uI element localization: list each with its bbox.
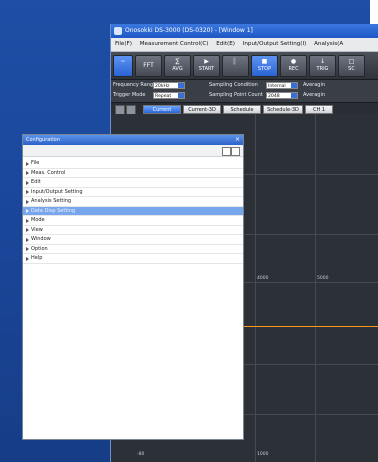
sampling-condition-label: Sampling Condition bbox=[209, 82, 258, 88]
config-item-label: Data Disp Setting bbox=[31, 207, 76, 214]
expand-arrow-icon bbox=[26, 228, 29, 232]
avg-button[interactable]: ∑ AVG bbox=[164, 55, 191, 77]
trigger-mode-select[interactable]: Repeat bbox=[153, 92, 185, 99]
app-icon bbox=[114, 27, 122, 35]
config-item[interactable]: Mode bbox=[23, 216, 243, 226]
menu-file[interactable]: File(F) bbox=[115, 38, 132, 51]
trig-button[interactable]: ↓ TRIG bbox=[309, 55, 336, 77]
chevron-down-icon bbox=[178, 93, 184, 98]
fft-button[interactable]: FFT bbox=[135, 55, 162, 77]
config-item-label: Help bbox=[31, 255, 43, 261]
tab-current[interactable]: Current bbox=[143, 105, 181, 114]
averaging-label-2: Averagin bbox=[303, 92, 326, 98]
config-item-label: Edit bbox=[31, 179, 41, 185]
sampling-point-count-label: Sampling Point Count bbox=[209, 92, 263, 98]
sampling-condition-select[interactable]: Internal bbox=[266, 82, 298, 89]
expand-arrow-icon bbox=[26, 161, 29, 166]
x-tick-label: 1000 bbox=[257, 452, 269, 457]
start-button[interactable]: ▶ START bbox=[193, 55, 220, 77]
pause-icon: ▌ bbox=[233, 58, 238, 65]
config-item[interactable]: Data Disp Setting bbox=[23, 206, 243, 216]
screen-icon: □ bbox=[348, 58, 355, 65]
grid-line bbox=[315, 114, 316, 462]
trigger-mode-label: Trigger Mode bbox=[113, 92, 146, 98]
grid-line bbox=[255, 114, 256, 462]
pin-icon[interactable] bbox=[231, 147, 240, 156]
expand-arrow-icon bbox=[26, 171, 29, 175]
expand-arrow-icon bbox=[26, 190, 29, 194]
config-item[interactable]: File bbox=[23, 159, 243, 169]
chevron-down-icon bbox=[178, 83, 184, 88]
pause-button[interactable]: ▌ bbox=[222, 55, 249, 77]
menu-edit[interactable]: Edit(E) bbox=[216, 38, 235, 51]
chevron-down-icon bbox=[291, 93, 297, 98]
tab-schedule-3d[interactable]: Schedule-3D bbox=[263, 105, 303, 114]
channel-select[interactable]: CH 1 bbox=[305, 105, 333, 114]
config-item[interactable]: Edit bbox=[23, 178, 243, 188]
menu-bar: File(F) Measurement Control(C) Edit(E) I… bbox=[111, 38, 378, 52]
expand-arrow-icon bbox=[26, 247, 29, 251]
config-item-label: File bbox=[31, 160, 40, 166]
config-item-label: Input/Output Setting bbox=[31, 188, 83, 195]
config-item[interactable]: Meas. Control bbox=[23, 169, 243, 178]
config-item-label: Analysis Setting bbox=[31, 198, 72, 204]
rec-button[interactable]: ● REC bbox=[280, 55, 307, 77]
frequency-range-label: Frequency Range bbox=[113, 82, 157, 88]
config-item[interactable]: Input/Output Setting bbox=[23, 188, 243, 197]
trigger-icon: ↓ bbox=[319, 58, 326, 65]
y-tick-label: -80 bbox=[137, 452, 145, 457]
record-icon: ● bbox=[290, 58, 297, 65]
play-icon: ▶ bbox=[204, 58, 209, 65]
sum-icon: ∑ bbox=[175, 58, 180, 65]
title-bar[interactable]: Onosokki DS-3000 (DS-0320) - [Window 1] bbox=[111, 24, 378, 38]
config-item-label: Option bbox=[31, 245, 48, 252]
tab-schedule[interactable]: Schedule bbox=[223, 105, 261, 114]
stop-icon: ■ bbox=[261, 58, 268, 65]
menu-analysis[interactable]: Analysis(A bbox=[314, 38, 343, 51]
sc-button[interactable]: □ SC bbox=[338, 55, 365, 77]
config-item[interactable]: Option bbox=[23, 245, 243, 254]
close-icon[interactable]: × bbox=[235, 135, 240, 145]
config-item-label: Window bbox=[31, 236, 51, 242]
config-item[interactable]: View bbox=[23, 226, 243, 235]
config-item-label: Meas. Control bbox=[31, 169, 66, 176]
config-item[interactable]: Analysis Setting bbox=[23, 197, 243, 207]
expand-arrow-icon bbox=[26, 180, 29, 185]
stop-button[interactable]: ■ STOP bbox=[251, 55, 278, 77]
expand-arrow-icon bbox=[26, 256, 29, 261]
config-item-label: View bbox=[31, 226, 43, 233]
wave-mode-button[interactable]: ~ bbox=[113, 55, 133, 77]
frequency-range-select[interactable]: 20kHz bbox=[153, 82, 185, 89]
averaging-label: Averagin bbox=[303, 82, 326, 88]
toolbar: ~ FFT ∑ AVG ▶ START ▌ ■ STOP ● REC ↓ TRIG □ SC bbox=[111, 52, 378, 80]
configuration-menu-list: File Meas. Control Edit Input/Output Settin… bbox=[23, 157, 243, 264]
config-item-label: Mode bbox=[31, 217, 45, 223]
configuration-panel: Configuration × File Meas. Control Edit Inp… bbox=[22, 134, 244, 440]
menu-measurement-control[interactable]: Measurement Control(C) bbox=[140, 38, 209, 51]
parameter-bar: Frequency Range 20kHz Trigger Mode Repea… bbox=[111, 80, 378, 103]
configuration-title-bar[interactable]: Configuration × bbox=[23, 135, 243, 145]
tree-view-icon[interactable] bbox=[222, 147, 231, 156]
expand-arrow-icon bbox=[26, 199, 29, 204]
menu-input-output-setting[interactable]: Input/Output Setting(I) bbox=[243, 38, 307, 51]
config-item[interactable]: Help bbox=[23, 254, 243, 264]
tab-current-3d[interactable]: Current-3D bbox=[183, 105, 221, 114]
configuration-title: Configuration bbox=[26, 137, 60, 143]
expand-arrow-icon bbox=[26, 209, 29, 213]
x-tick-label: 5000 bbox=[317, 276, 329, 281]
expand-arrow-icon bbox=[26, 218, 29, 223]
x-tick-label: 4000 bbox=[257, 276, 269, 281]
chevron-down-icon bbox=[291, 83, 297, 88]
expand-arrow-icon bbox=[26, 237, 29, 242]
config-item[interactable]: Window bbox=[23, 235, 243, 245]
sampling-point-count-select[interactable]: 2048 bbox=[266, 92, 298, 99]
configuration-toolbar bbox=[23, 145, 243, 157]
window-title: Onosokki DS-3000 (DS-0320) - [Window 1] bbox=[125, 27, 253, 34]
